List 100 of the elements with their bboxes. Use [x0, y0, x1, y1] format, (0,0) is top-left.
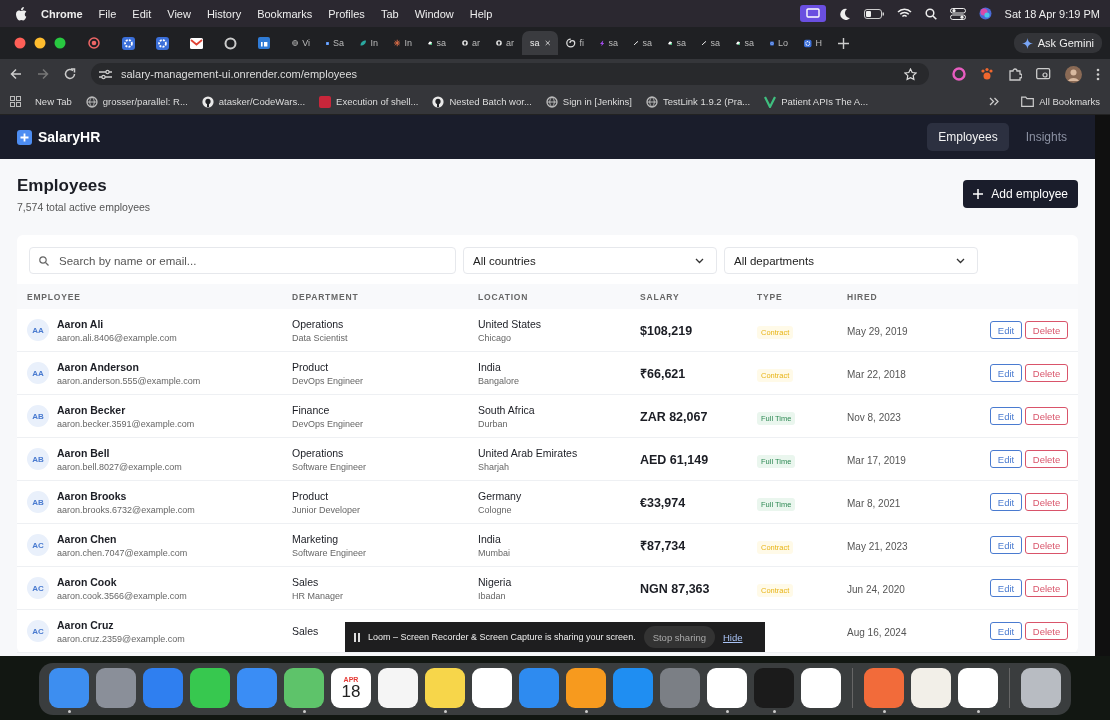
menu-item[interactable]: Bookmarks — [257, 7, 313, 20]
browser-tab[interactable]: sa — [626, 31, 660, 55]
delete-button[interactable]: Delete — [1025, 450, 1068, 468]
edit-button[interactable]: Edit — [990, 407, 1022, 425]
bookmark-item[interactable]: grosser/parallel: R... — [85, 95, 188, 108]
browser-tab[interactable]: ar — [488, 31, 522, 55]
delete-button[interactable]: Delete — [1025, 321, 1068, 339]
delete-button[interactable]: Delete — [1025, 407, 1068, 425]
browser-tab[interactable]: sa — [660, 31, 694, 55]
bookmark-item[interactable]: atasker/CodeWars... — [201, 95, 306, 108]
siri-icon[interactable] — [978, 7, 992, 20]
delete-button[interactable]: Delete — [1025, 364, 1068, 382]
wifi-icon[interactable] — [896, 8, 912, 19]
edit-button[interactable]: Edit — [990, 536, 1022, 554]
swirl-icon — [566, 37, 576, 49]
menu-item[interactable]: History — [206, 7, 242, 20]
dock-app-icon[interactable] — [425, 668, 465, 713]
dock-app-icon[interactable] — [566, 668, 606, 713]
dock-app-icon[interactable] — [958, 668, 998, 713]
edit-button[interactable]: Edit — [990, 321, 1022, 339]
browser-tab[interactable]: sa — [522, 31, 558, 55]
browser-tab[interactable]: H — [796, 31, 830, 55]
bookmark-item[interactable]: Patient APIs The A... — [764, 95, 869, 108]
browser-tab[interactable]: Sa — [318, 31, 352, 55]
avatar-icon[interactable] — [1065, 65, 1082, 83]
delete-button[interactable]: Delete — [1025, 536, 1068, 554]
delete-button[interactable]: Delete — [1025, 579, 1068, 597]
more-menu-icon[interactable] — [1096, 67, 1100, 81]
search-icon[interactable] — [924, 7, 937, 20]
star-icon[interactable] — [904, 67, 917, 81]
menu-item[interactable]: View — [167, 7, 191, 20]
edit-button[interactable]: Edit — [990, 622, 1022, 640]
column-header: TYPE — [757, 291, 784, 302]
dock-app-icon[interactable] — [707, 668, 747, 713]
menu-item[interactable]: Window — [414, 7, 454, 20]
stop-sharing-button[interactable]: Stop sharing — [643, 626, 715, 648]
app-menu[interactable]: Chrome — [41, 7, 83, 20]
dock-app-icon[interactable] — [284, 668, 324, 713]
paw-icon[interactable] — [980, 67, 994, 81]
delete-button[interactable]: Delete — [1025, 493, 1068, 511]
site-settings-icon[interactable] — [99, 68, 112, 80]
filter-dropdown[interactable]: All countries — [463, 247, 717, 274]
window-controls-icon[interactable] — [14, 37, 66, 49]
nav-tab[interactable]: Insights — [1014, 123, 1078, 151]
browser-tab[interactable]: sa — [728, 31, 762, 55]
menu-item[interactable]: Help — [469, 7, 493, 20]
bookmark-item[interactable]: Nested Batch wor... — [432, 95, 532, 108]
avatar-initials: AA — [27, 362, 49, 384]
apple-logo-icon[interactable] — [15, 6, 27, 21]
menu-item[interactable]: Tab — [380, 7, 399, 20]
salary-amount: ₹87,734 — [640, 539, 686, 553]
pause-icon[interactable] — [354, 632, 360, 642]
add-employee-button[interactable]: Add employee — [963, 180, 1078, 208]
department-name: Operations — [292, 317, 344, 330]
ring-icon[interactable] — [952, 67, 966, 81]
screen-share-icon[interactable] — [799, 5, 826, 22]
delete-button[interactable]: Delete — [1025, 622, 1068, 640]
moon-icon[interactable] — [838, 7, 851, 20]
control-center-icon[interactable] — [949, 7, 966, 20]
filter-dropdown[interactable]: All departments — [724, 247, 978, 274]
menu-item[interactable]: Edit — [132, 7, 152, 20]
record-icon — [88, 37, 100, 49]
bookmark-item[interactable]: New Tab — [35, 96, 72, 107]
search-field[interactable]: Search by name or email... — [29, 247, 456, 274]
edit-button[interactable]: Edit — [990, 450, 1022, 468]
apps-grid-icon[interactable] — [10, 96, 21, 107]
plus-icon[interactable] — [838, 37, 849, 49]
nav-tab[interactable]: Employees — [927, 123, 1009, 151]
browser-tab[interactable]: sa — [694, 31, 728, 55]
employee-name: Aaron Becker — [57, 403, 126, 416]
browser-tab[interactable]: Vi — [284, 31, 318, 55]
bookmark-item[interactable]: TestLink 1.9.2 (Pra... — [646, 95, 751, 108]
close-icon[interactable] — [544, 39, 550, 47]
bookmark-item[interactable]: Execution of shell... — [319, 95, 419, 108]
browser-tab[interactable]: ar — [454, 31, 488, 55]
browser-tab[interactable]: sa — [420, 31, 454, 55]
edit-button[interactable]: Edit — [990, 493, 1022, 511]
forward-arrow-icon[interactable] — [37, 68, 49, 80]
browser-tab[interactable]: fi — [558, 31, 592, 55]
edit-button[interactable]: Edit — [990, 579, 1022, 597]
reload-icon[interactable] — [64, 68, 76, 80]
chevron-double-icon[interactable] — [989, 97, 1000, 106]
bookmark-item[interactable]: Sign in [Jenkins] — [545, 95, 632, 108]
battery-icon[interactable] — [863, 8, 884, 19]
menu-item[interactable]: File — [98, 7, 117, 20]
tab-search-icon[interactable] — [1036, 67, 1051, 81]
employee-email: aaron.cruz.2359@example.com — [57, 633, 185, 644]
browser-tab[interactable]: In — [352, 31, 386, 55]
browser-tab[interactable]: Lo — [762, 31, 796, 55]
back-arrow-icon[interactable] — [10, 68, 22, 80]
menu-item[interactable]: Profiles — [328, 7, 365, 20]
hide-link[interactable]: Hide — [723, 631, 743, 643]
puzzle-piece-icon[interactable] — [1008, 67, 1022, 81]
address-bar[interactable]: salary-management-ui.onrender.com/employees — [91, 63, 929, 85]
edit-button[interactable]: Edit — [990, 364, 1022, 382]
browser-tab[interactable]: sa — [592, 31, 626, 55]
ask-gemini-button[interactable]: Ask Gemini — [1013, 33, 1102, 53]
menu-bar-clock[interactable]: Sat 18 Apr 9:19 PM — [1004, 7, 1100, 20]
browser-tab[interactable]: In — [386, 31, 420, 55]
all-bookmarks-item[interactable]: All Bookmarks — [1021, 96, 1100, 107]
